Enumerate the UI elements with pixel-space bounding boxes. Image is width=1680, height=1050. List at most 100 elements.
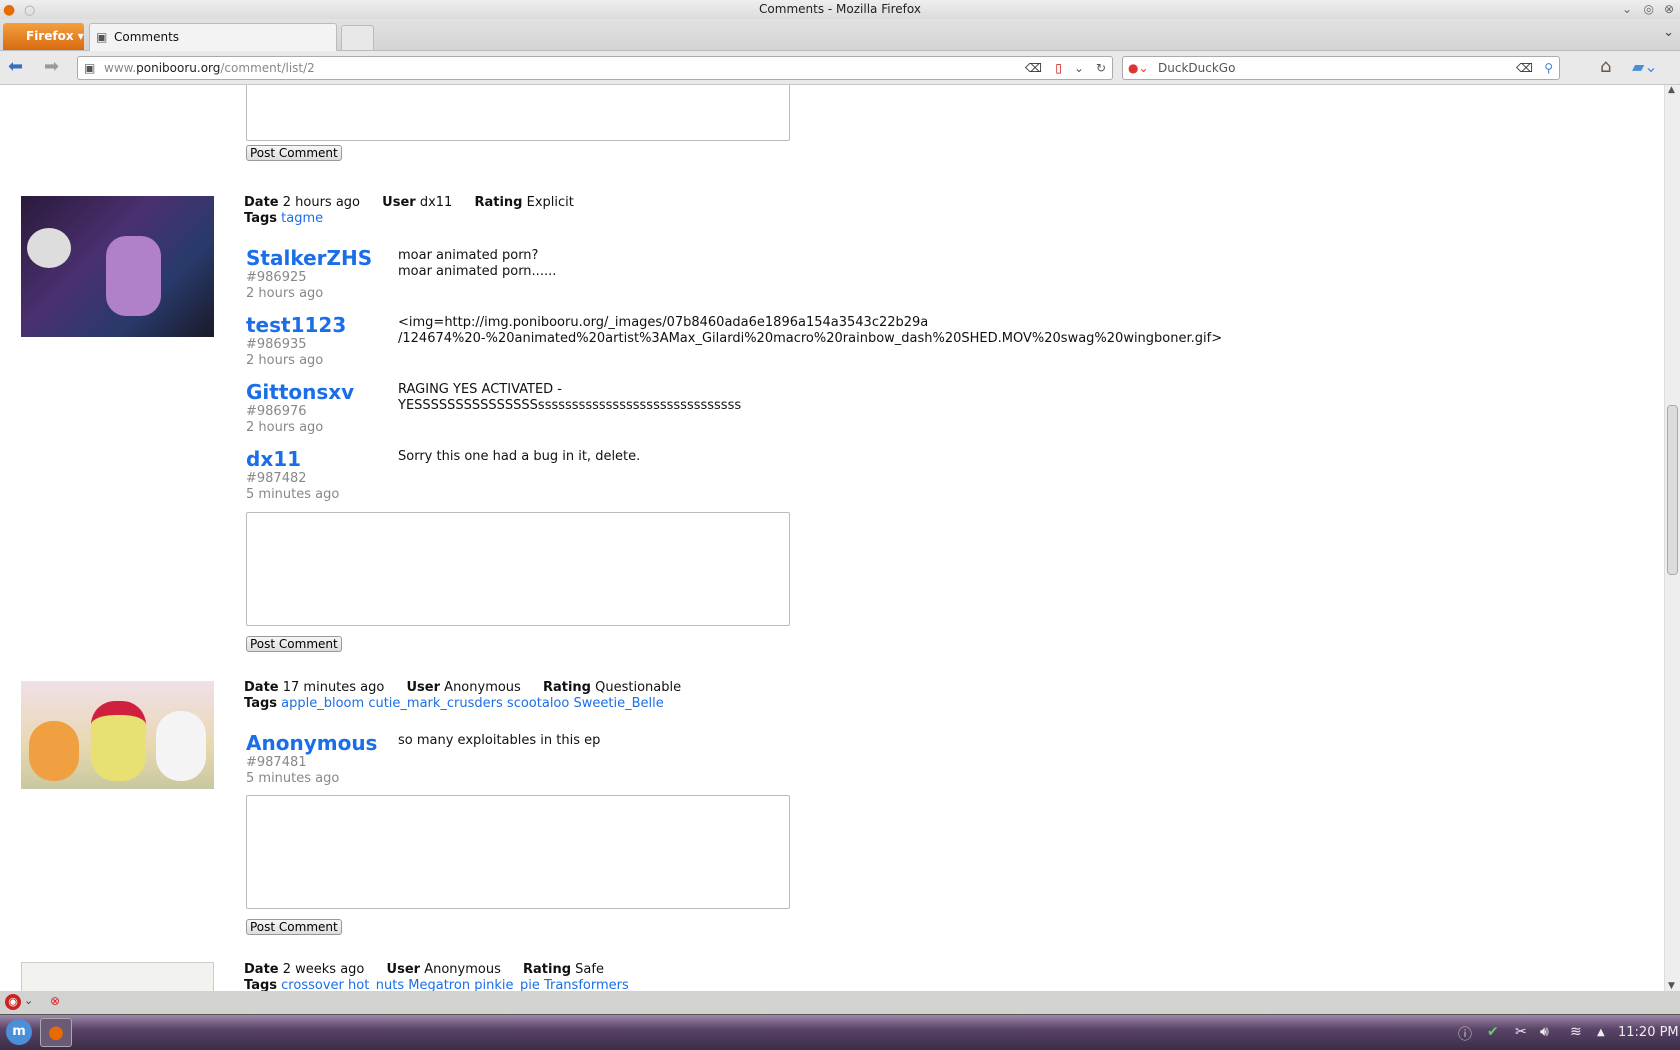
post-meta: Date 2 weeks ago User Anonymous Rating S… bbox=[244, 962, 629, 991]
url-domain: ponibooru.org bbox=[136, 61, 221, 75]
wifi-icon[interactable]: ≋ bbox=[1570, 1024, 1582, 1040]
comment-text: RAGING YES ACTIVATED - YESSSSSSSSSSSSSSS… bbox=[398, 382, 742, 413]
site-identity-icon: ▣ bbox=[84, 61, 96, 75]
duckduckgo-engine-icon[interactable]: ●⌄ bbox=[1128, 57, 1149, 79]
post-meta: Date 17 minutes ago User Anonymous Ratin… bbox=[244, 680, 681, 712]
bookmark-icon[interactable]: ▯ bbox=[1055, 57, 1062, 79]
comment-textarea[interactable] bbox=[246, 85, 790, 141]
tag-link[interactable]: crossover bbox=[281, 978, 344, 991]
sweetie-belle-image bbox=[156, 711, 206, 781]
bookmarks-folder-icon[interactable]: ▰⌄ bbox=[1632, 57, 1658, 76]
post-comment-button[interactable]: Post Comment bbox=[246, 145, 342, 161]
tag-link[interactable]: pinkie_pie bbox=[474, 978, 540, 991]
date-label: Date bbox=[244, 962, 279, 977]
comment-username[interactable]: Anonymous bbox=[246, 732, 377, 754]
scootaloo-image bbox=[29, 721, 79, 781]
new-tab-button[interactable] bbox=[341, 25, 374, 50]
search-bar[interactable]: ●⌄ DuckDuckGo ⌫ ⚲ bbox=[1122, 56, 1560, 80]
comment-text: <img=http://img.ponibooru.org/_images/07… bbox=[398, 315, 1223, 346]
tags-label: Tags bbox=[244, 696, 278, 711]
taskbar: m ● ⓘ ✔ ✂ 🔊︎ ≋ ▲ 11:20 PM bbox=[0, 1015, 1680, 1050]
tag-link[interactable]: Transformers bbox=[544, 978, 629, 991]
tags-label: Tags bbox=[244, 978, 278, 991]
minimize-button[interactable]: ⌄ bbox=[1622, 0, 1632, 19]
taskbar-firefox-icon[interactable]: ● bbox=[40, 1018, 72, 1047]
comment-username[interactable]: dx11 bbox=[246, 448, 301, 470]
scroll-up-icon[interactable]: ▲ bbox=[1668, 85, 1675, 95]
comment-time: 2 hours ago bbox=[246, 286, 324, 301]
tab-bar: Firefox ▾ ▣ Comments ⌄ bbox=[0, 19, 1680, 51]
reload-icon[interactable]: ↻ bbox=[1096, 57, 1106, 79]
post-comment-button[interactable]: Post Comment bbox=[246, 919, 342, 935]
scroll-down-icon[interactable]: ▼ bbox=[1668, 981, 1675, 991]
post-thumbnail[interactable] bbox=[21, 196, 214, 337]
tag-link[interactable]: Megatron bbox=[408, 978, 470, 991]
add-on-bar: ◉ ⌄ ⊗ bbox=[0, 991, 1680, 1015]
rating-label: Rating bbox=[542, 680, 591, 695]
url-bar[interactable]: ▣ www.ponibooru.org/comment/list/2 ⌫ ▯ ⌄… bbox=[77, 56, 1113, 80]
back-button[interactable]: ⬅ bbox=[8, 56, 23, 77]
comment-id: #986976 bbox=[246, 404, 307, 419]
window-titlebar: ● ○ Comments - Mozilla Firefox ⌄ ◎ ⊗ bbox=[0, 0, 1680, 19]
tray-expand-icon[interactable]: ▲ bbox=[1597, 1027, 1605, 1038]
post-thumbnail[interactable] bbox=[21, 681, 214, 789]
clock[interactable]: 11:20 PM bbox=[1618, 1025, 1679, 1040]
post-meta: Date 2 hours ago User dx11 Rating Explic… bbox=[244, 195, 574, 227]
date-label: Date bbox=[244, 680, 279, 695]
clear-search-icon[interactable]: ⌫ bbox=[1516, 57, 1533, 79]
clipboard-scissors-icon[interactable]: ✂ bbox=[1515, 1024, 1527, 1040]
page-content: Post Comment Date 2 hours ago User dx11 … bbox=[0, 85, 1664, 991]
tag-link[interactable]: apple_bloom bbox=[281, 696, 364, 711]
post-user: dx11 bbox=[419, 195, 453, 210]
firefox-menu-label: Firefox bbox=[26, 29, 74, 43]
comment-username[interactable]: test1123 bbox=[246, 314, 346, 336]
post-thumbnail[interactable] bbox=[21, 962, 214, 991]
clear-url-icon[interactable]: ⌫ bbox=[1025, 57, 1042, 79]
url-history-dropdown-icon[interactable]: ⌄ bbox=[1074, 57, 1084, 79]
post-comment-button[interactable]: Post Comment bbox=[246, 636, 342, 652]
comment-text: Sorry this one had a bug in it, delete. bbox=[398, 449, 641, 464]
maximize-button[interactable]: ◎ bbox=[1644, 0, 1654, 19]
window-menu-button[interactable]: ○ bbox=[24, 1, 35, 20]
scrollbar-thumb[interactable] bbox=[1667, 405, 1678, 575]
search-icon[interactable]: ⚲ bbox=[1544, 57, 1553, 79]
tab-list-chevron-icon[interactable]: ⌄ bbox=[1663, 25, 1674, 40]
user-label: User bbox=[386, 962, 421, 977]
home-icon[interactable]: ⌂ bbox=[1600, 56, 1611, 77]
rating-label: Rating bbox=[474, 195, 523, 210]
firefox-menu-button[interactable]: Firefox ▾ bbox=[3, 23, 84, 50]
window-title: Comments - Mozilla Firefox bbox=[759, 2, 921, 16]
user-label: User bbox=[382, 195, 416, 210]
adblock-plus-icon[interactable]: ◉ bbox=[5, 994, 21, 1010]
tag-link[interactable]: scootaloo bbox=[507, 696, 569, 711]
stop-icon[interactable]: ⊗ bbox=[50, 994, 60, 1008]
comment-textarea[interactable] bbox=[246, 512, 790, 626]
post-rating: Questionable bbox=[595, 680, 682, 695]
comment-time: 5 minutes ago bbox=[246, 487, 340, 502]
comment-time: 2 hours ago bbox=[246, 353, 324, 368]
comment-textarea[interactable] bbox=[246, 795, 790, 909]
comment-username[interactable]: Gittonsxv bbox=[246, 381, 354, 403]
security-shield-icon[interactable]: ✔ bbox=[1487, 1024, 1499, 1040]
comment-username[interactable]: StalkerZHS bbox=[246, 247, 372, 269]
tag-link[interactable]: cutie_mark_crusders bbox=[368, 696, 502, 711]
post-rating: Safe bbox=[575, 962, 604, 977]
tag-link[interactable]: Sweetie_Belle bbox=[573, 696, 663, 711]
post-user: Anonymous bbox=[424, 962, 501, 977]
start-menu-icon[interactable]: m bbox=[6, 1019, 32, 1045]
tab-comments[interactable]: ▣ Comments bbox=[89, 23, 337, 51]
apple-bloom-image bbox=[91, 701, 146, 781]
search-placeholder: DuckDuckGo bbox=[1158, 61, 1236, 75]
comment-id: #986935 bbox=[246, 337, 307, 352]
vertical-scrollbar[interactable]: ▲ ▼ bbox=[1664, 85, 1680, 991]
date-label: Date bbox=[244, 195, 279, 210]
tag-link[interactable]: tagme bbox=[281, 211, 323, 226]
forward-button[interactable]: ➡ bbox=[44, 56, 59, 77]
volume-icon[interactable]: 🔊︎ bbox=[1540, 1024, 1549, 1040]
info-icon[interactable]: ⓘ bbox=[1458, 1024, 1472, 1044]
post-date: 17 minutes ago bbox=[282, 680, 385, 695]
adblock-dropdown-icon[interactable]: ⌄ bbox=[24, 994, 33, 1007]
close-button[interactable]: ⊗ bbox=[1664, 0, 1674, 19]
comment-id: #987481 bbox=[246, 755, 307, 770]
tag-link[interactable]: hot_nuts bbox=[348, 978, 404, 991]
